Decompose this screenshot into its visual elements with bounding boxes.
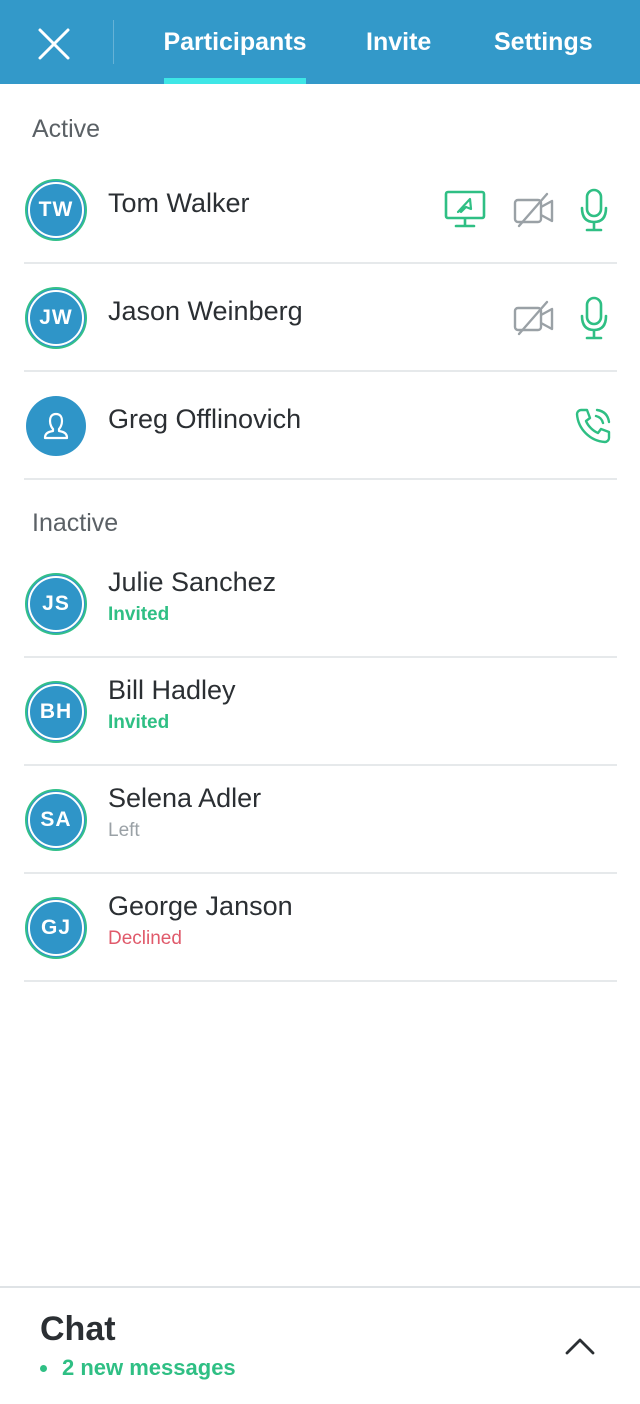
participant-name: George Janson bbox=[108, 891, 293, 921]
participant-name: Julie Sanchez bbox=[108, 567, 277, 597]
avatar: BH bbox=[25, 681, 87, 743]
avatar-initials: GJ bbox=[40, 916, 71, 939]
chat-title: Chat bbox=[40, 1310, 116, 1348]
status-badge: Invited bbox=[108, 604, 170, 625]
expand-chat-button[interactable] bbox=[560, 1326, 600, 1366]
section-title-active: Active bbox=[32, 115, 101, 143]
participant-row-inactive[interactable]: JS Julie Sanchez Invited bbox=[24, 550, 617, 658]
chat-panel-toggle[interactable]: Chat 2 new messages bbox=[0, 1286, 640, 1404]
top-bar: Participants Invite Settings bbox=[0, 0, 640, 84]
tab-settings[interactable]: Settings bbox=[494, 0, 593, 84]
participant-name: Bill Hadley bbox=[108, 675, 236, 705]
avatar: JW bbox=[25, 287, 87, 349]
participant-name: Jason Weinberg bbox=[108, 296, 303, 326]
participant-row-inactive[interactable]: GJ George Janson Declined bbox=[24, 874, 617, 982]
video-off-icon[interactable] bbox=[512, 298, 556, 338]
tab-invite[interactable]: Invite bbox=[366, 0, 431, 84]
avatar-initials: TW bbox=[38, 198, 74, 221]
section-title-inactive: Inactive bbox=[32, 509, 119, 537]
avatar-initials: JS bbox=[42, 592, 70, 615]
tab-participants[interactable]: Participants bbox=[163, 0, 306, 84]
participant-row-inactive[interactable]: BH Bill Hadley Invited bbox=[24, 658, 617, 766]
unread-dot bbox=[40, 1365, 47, 1372]
screen-share-icon[interactable] bbox=[442, 188, 488, 232]
participant-row-inactive[interactable]: SA Selena Adler Left bbox=[24, 766, 617, 874]
close-button[interactable] bbox=[26, 18, 82, 70]
phone-call-icon[interactable] bbox=[572, 404, 614, 448]
active-tab-indicator bbox=[164, 78, 306, 84]
avatar: TW bbox=[25, 179, 87, 241]
microphone-icon[interactable] bbox=[576, 186, 612, 234]
status-badge: Declined bbox=[108, 928, 182, 949]
close-icon bbox=[38, 28, 70, 60]
participant-row-active[interactable]: Greg Offlinovich bbox=[24, 372, 617, 480]
video-off-icon[interactable] bbox=[512, 190, 556, 230]
participant-row-active[interactable]: TW Tom Walker bbox=[24, 156, 617, 264]
avatar-initials: BH bbox=[39, 700, 73, 723]
avatar: SA bbox=[25, 789, 87, 851]
status-badge: Left bbox=[108, 820, 140, 841]
person-icon bbox=[43, 412, 69, 440]
avatar-initials: SA bbox=[40, 808, 72, 831]
avatar bbox=[26, 396, 86, 456]
chat-unread-count: 2 new messages bbox=[62, 1355, 236, 1380]
participant-row-active[interactable]: JW Jason Weinberg bbox=[24, 264, 617, 372]
participant-name: Selena Adler bbox=[108, 783, 262, 813]
microphone-icon[interactable] bbox=[576, 294, 612, 342]
participant-name: Greg Offlinovich bbox=[108, 404, 302, 434]
status-badge: Invited bbox=[108, 712, 170, 733]
chevron-up-icon bbox=[565, 1338, 595, 1355]
avatar-initials: JW bbox=[39, 306, 73, 329]
avatar: GJ bbox=[25, 897, 87, 959]
avatar: JS bbox=[25, 573, 87, 635]
header-divider bbox=[113, 20, 114, 64]
participant-name: Tom Walker bbox=[108, 188, 250, 218]
